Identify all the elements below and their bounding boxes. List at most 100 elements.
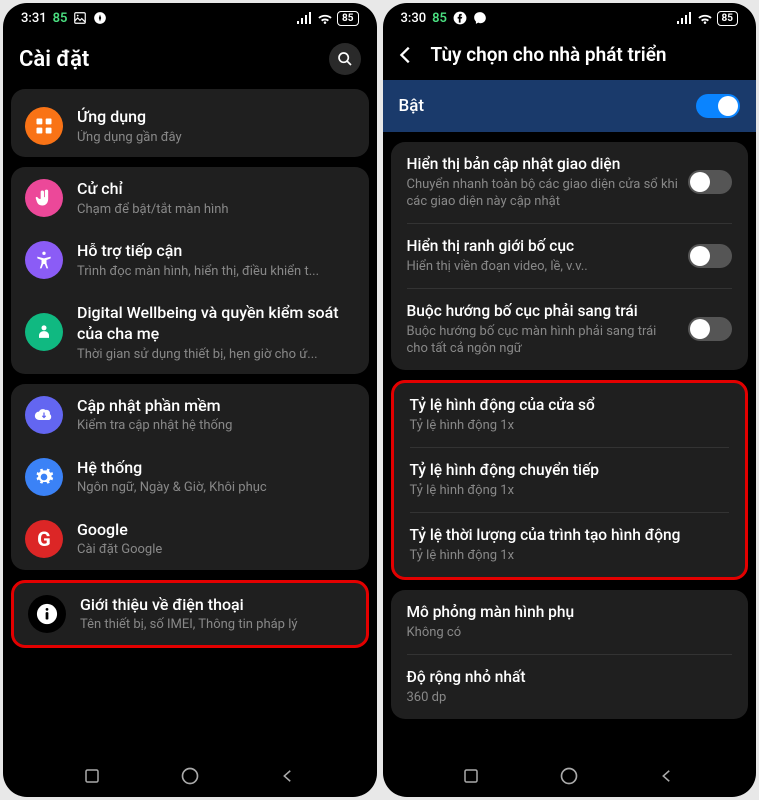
dev-item-sub: Hiển thị viền đoạn video, lề, v.v.. xyxy=(407,259,679,276)
dev-item[interactable]: Hiển thị ranh giới bố cụcHiển thị viền đ… xyxy=(391,224,749,288)
enable-developer-row[interactable]: Bật xyxy=(383,80,757,132)
settings-item[interactable]: Cập nhật phần mềmKiểm tra cập nhật hệ th… xyxy=(11,384,369,446)
dev-item[interactable]: Tỷ lệ hình động của cửa sổ Tỷ lệ hình độn… xyxy=(394,383,746,447)
battery-icon: 85 xyxy=(337,11,358,26)
status-time: 3:31 xyxy=(21,11,47,26)
item-title: Ứng dụng xyxy=(77,107,355,128)
dev-item-title: Độ rộng nhỏ nhất xyxy=(407,667,733,687)
toggle[interactable] xyxy=(688,317,732,341)
settings-item[interactable]: Digital Wellbeing và quyền kiểm soát của… xyxy=(11,291,369,374)
phone-settings: 3:31 85 85 Cài đặt Ứng dụng Ứng dụng gần … xyxy=(3,3,377,797)
item-subtitle: Tên thiết bị, số IMEI, Thông tin pháp lý xyxy=(80,617,352,632)
developer-header: Tùy chọn cho nhà phát triển xyxy=(383,33,757,80)
dev-item[interactable]: Buộc hướng bố cục phải sang trái Buộc hướ… xyxy=(391,289,749,370)
item-title: Cập nhật phần mềm xyxy=(77,396,355,417)
gear-icon xyxy=(25,458,63,496)
nav-back[interactable] xyxy=(656,765,678,787)
status-time: 3:30 xyxy=(401,11,427,26)
nav-bar xyxy=(383,755,757,797)
item-subtitle: Chạm để bật/tắt màn hình xyxy=(77,202,355,217)
settings-item[interactable]: Hỗ trợ tiếp cận Trình đọc màn hình, hiển … xyxy=(11,229,369,291)
enable-toggle[interactable] xyxy=(696,94,740,118)
battery-icon: 85 xyxy=(717,11,738,26)
status-green-num: 85 xyxy=(53,11,68,26)
settings-group: Cử chỉ Chạm để bật/tắt màn hình Hỗ trợ tiế… xyxy=(11,167,369,374)
chevron-left-icon xyxy=(395,44,417,66)
dev-item-sub: Không có xyxy=(407,625,733,642)
dev-section: Mô phỏng màn hình phụ Không có Độ rộng nhỏ… xyxy=(391,590,749,719)
item-subtitle: Cài đặt Google xyxy=(77,542,355,557)
dev-section: Hiển thị bản cập nhật giao diện Chuyển nh… xyxy=(391,142,749,370)
settings-item[interactable]: Giới thiệu về điện thoạiTên thiết bị, số… xyxy=(14,583,366,645)
hand-icon xyxy=(25,179,63,217)
item-title: Digital Wellbeing và quyền kiểm soát của… xyxy=(77,303,355,345)
settings-list[interactable]: Ứng dụng Ứng dụng gần đây Cử chỉ Chạm để bậ… xyxy=(3,89,377,755)
dev-item[interactable]: Tỷ lệ hình động chuyển tiếp Tỷ lệ hình độ… xyxy=(394,448,746,512)
dev-item-sub: Buộc hướng bố cục màn hình phải sang trá… xyxy=(407,324,679,358)
nav-bar xyxy=(3,755,377,797)
item-title: Google xyxy=(77,520,355,541)
item-title: Hỗ trợ tiếp cận xyxy=(77,241,355,262)
settings-item[interactable]: G GoogleCài đặt Google xyxy=(11,508,369,570)
dev-item-title: Tỷ lệ hình động của cửa sổ xyxy=(410,395,730,415)
dev-item-sub: Tỷ lệ hình động 1x xyxy=(410,483,730,500)
toggle[interactable] xyxy=(688,244,732,268)
nav-recent[interactable] xyxy=(81,765,103,787)
wifi-icon xyxy=(697,12,713,24)
search-button[interactable] xyxy=(329,43,361,75)
google-icon: G xyxy=(25,520,63,558)
settings-item[interactable]: Ứng dụng Ứng dụng gần đây xyxy=(11,95,369,157)
cloud-icon xyxy=(25,396,63,434)
item-subtitle: Ứng dụng gần đây xyxy=(77,130,355,145)
dev-item-sub: 360 dp xyxy=(407,690,733,707)
settings-header: Cài đặt xyxy=(3,33,377,89)
dev-item-title: Tỷ lệ hình động chuyển tiếp xyxy=(410,460,730,480)
dev-item[interactable]: Tỷ lệ thời lượng của trình tạo hình động… xyxy=(394,513,746,577)
image-icon xyxy=(73,11,87,25)
status-bar: 3:30 85 85 xyxy=(383,3,757,33)
nav-back[interactable] xyxy=(277,765,299,787)
item-title: Hệ thống xyxy=(77,458,355,479)
dev-item-title: Mô phỏng màn hình phụ xyxy=(407,602,733,622)
toggle[interactable] xyxy=(688,170,732,194)
settings-group: Ứng dụng Ứng dụng gần đây xyxy=(11,89,369,157)
wifi-icon xyxy=(317,12,333,24)
item-title: Giới thiệu về điện thoại xyxy=(80,595,352,616)
item-subtitle: Kiểm tra cập nhật hệ thống xyxy=(77,418,355,433)
settings-item[interactable]: Cử chỉ Chạm để bật/tắt màn hình xyxy=(11,167,369,229)
enable-label: Bật xyxy=(399,96,425,116)
dev-item[interactable]: Mô phỏng màn hình phụ Không có xyxy=(391,590,749,654)
developer-list[interactable]: Bật Hiển thị bản cập nhật giao diện Chuyể… xyxy=(383,80,757,755)
dev-item-title: Hiển thị bản cập nhật giao diện xyxy=(407,154,679,174)
dev-section: Tỷ lệ hình động của cửa sổ Tỷ lệ hình độn… xyxy=(391,380,749,580)
grid-icon xyxy=(25,107,63,145)
nav-home[interactable] xyxy=(179,765,201,787)
nav-recent[interactable] xyxy=(460,765,482,787)
item-subtitle: Ngôn ngữ, Ngày & Giờ, Khôi phục xyxy=(77,480,355,495)
accessibility-icon xyxy=(25,241,63,279)
page-title: Tùy chọn cho nhà phát triển xyxy=(431,43,667,66)
item-title: Cử chỉ xyxy=(77,179,355,200)
settings-group: Cập nhật phần mềmKiểm tra cập nhật hệ th… xyxy=(11,384,369,570)
item-subtitle: Thời gian sử dụng thiết bị, hẹn giờ cho … xyxy=(77,347,355,362)
nav-home[interactable] xyxy=(558,765,580,787)
search-icon xyxy=(337,51,353,67)
dev-item[interactable]: Hiển thị bản cập nhật giao diện Chuyển nh… xyxy=(391,142,749,223)
dev-item[interactable]: Độ rộng nhỏ nhất 360 dp xyxy=(391,655,749,719)
dev-item-title: Tỷ lệ thời lượng của trình tạo hình động xyxy=(410,525,730,545)
facebook-icon xyxy=(453,11,467,25)
dev-item-title: Buộc hướng bố cục phải sang trái xyxy=(407,301,679,321)
back-button[interactable] xyxy=(395,44,417,66)
info-icon xyxy=(28,595,66,633)
item-subtitle: Trình đọc màn hình, hiển thị, điều khiển… xyxy=(77,264,355,279)
compass-icon xyxy=(93,11,107,25)
wellbeing-icon xyxy=(25,313,63,351)
dev-item-sub: Chuyển nhanh toàn bộ các giao diện cửa s… xyxy=(407,177,679,211)
signal-icon xyxy=(677,12,693,24)
settings-group: Giới thiệu về điện thoạiTên thiết bị, số… xyxy=(11,580,369,648)
dev-item-sub: Tỷ lệ hình động 1x xyxy=(410,418,730,435)
phone-developer: 3:30 85 85 Tùy chọn cho nhà phát triển B… xyxy=(383,3,757,797)
status-bar: 3:31 85 85 xyxy=(3,3,377,33)
settings-item[interactable]: Hệ thốngNgôn ngữ, Ngày & Giờ, Khôi phục xyxy=(11,446,369,508)
messenger-icon xyxy=(473,11,487,25)
